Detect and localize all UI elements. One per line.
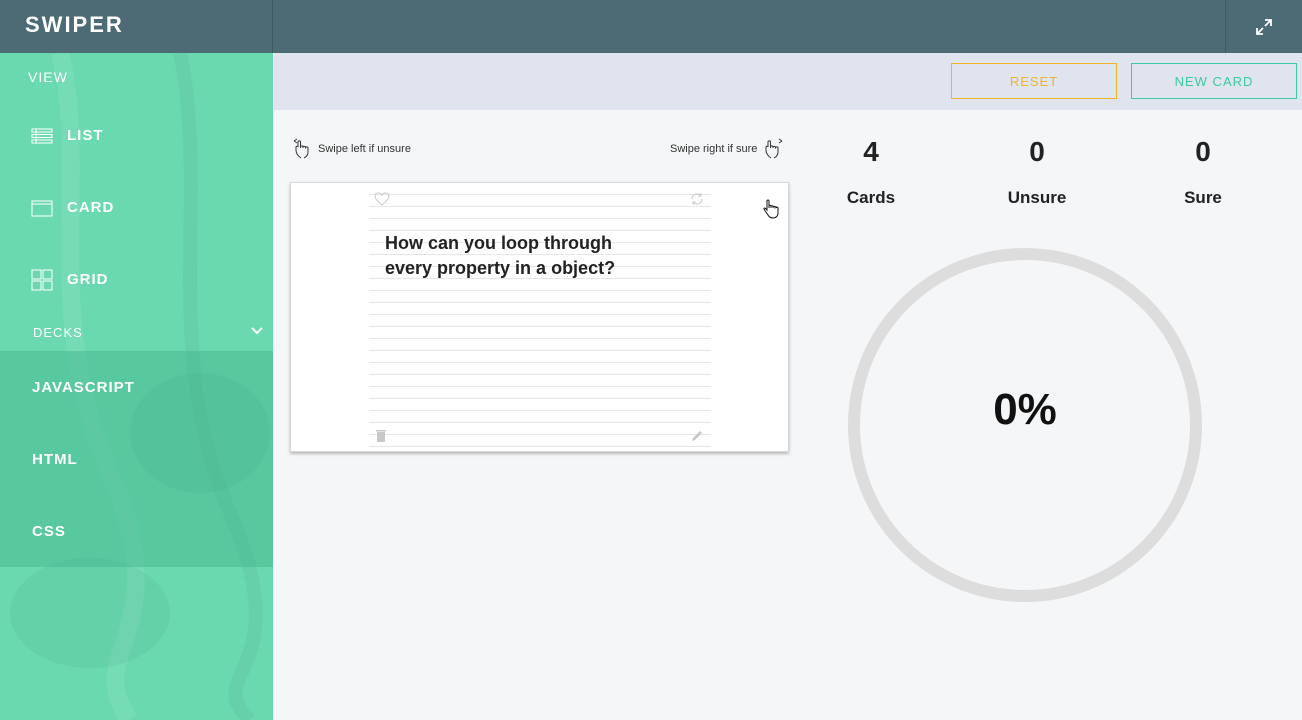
new-card-button[interactable]: NEW CARD: [1131, 63, 1297, 99]
flip-icon[interactable]: [689, 191, 705, 207]
reset-button[interactable]: RESET: [951, 63, 1117, 99]
app-title: SWIPER: [25, 12, 124, 37]
swipe-right-hint: Swipe right if sure: [670, 138, 783, 160]
stat-unsure: 0 Unsure: [967, 136, 1107, 208]
stat-sure-value: 0: [1195, 136, 1211, 167]
hand-cursor-icon: [763, 199, 779, 219]
pencil-icon[interactable]: [690, 429, 704, 443]
decks-section-label: DECKS: [33, 325, 83, 340]
decks-list: JAVASCRIPT HTML CSS: [0, 351, 273, 567]
progress-percent: 0%: [993, 385, 1057, 434]
view-section-label: VIEW: [28, 69, 68, 85]
deck-item-javascript[interactable]: JAVASCRIPT: [0, 351, 273, 423]
sidebar: VIEW LIST CARD GRID DECKS JAVASCRIPT HTM…: [0, 53, 273, 720]
flashcard[interactable]: How can you loop through every property …: [290, 182, 789, 452]
sidebar-item-list[interactable]: LIST: [0, 114, 273, 158]
deck-item-css[interactable]: CSS: [0, 495, 273, 567]
sidebar-item-label: LIST: [67, 127, 104, 144]
list-icon: [31, 128, 53, 144]
stat-sure-label: Sure: [1184, 188, 1222, 207]
swipe-left-text: Swipe left if unsure: [318, 143, 411, 155]
hand-swipe-right-icon: [765, 138, 783, 159]
chevron-down-icon[interactable]: [250, 326, 264, 336]
stat-unsure-value: 0: [1029, 136, 1045, 167]
card-icon: [31, 200, 53, 217]
deck-label: CSS: [32, 523, 66, 540]
stat-cards: 4 Cards: [801, 136, 941, 208]
hand-swipe-left-icon: [293, 138, 309, 159]
sidebar-item-card[interactable]: CARD: [0, 186, 273, 230]
stat-sure: 0 Sure: [1133, 136, 1273, 208]
swipe-left-hint: Swipe left if unsure: [293, 138, 411, 160]
deck-item-html[interactable]: HTML: [0, 423, 273, 495]
card-paper: [369, 183, 711, 451]
heart-icon[interactable]: [374, 191, 390, 207]
toolbar: RESET NEW CARD: [274, 53, 1302, 110]
card-question: How can you loop through every property …: [385, 233, 616, 278]
stat-cards-label: Cards: [846, 188, 896, 207]
sidebar-item-grid[interactable]: GRID: [0, 258, 273, 302]
swipe-right-text: Swipe right if sure: [670, 143, 758, 155]
stat-unsure-label: Unsure: [1007, 188, 1067, 207]
sidebar-item-label: GRID: [67, 271, 109, 288]
stat-cards-value: 4: [863, 136, 879, 167]
sidebar-item-label: CARD: [67, 199, 115, 216]
deck-label: HTML: [32, 451, 78, 468]
fullscreen-button[interactable]: [1225, 0, 1302, 53]
expand-icon: [1256, 18, 1272, 35]
deck-label: JAVASCRIPT: [32, 379, 135, 396]
grid-icon: [31, 269, 53, 291]
trash-icon[interactable]: [375, 429, 387, 443]
brand[interactable]: SWIPER: [0, 0, 273, 53]
top-bar: SWIPER: [0, 0, 1302, 53]
